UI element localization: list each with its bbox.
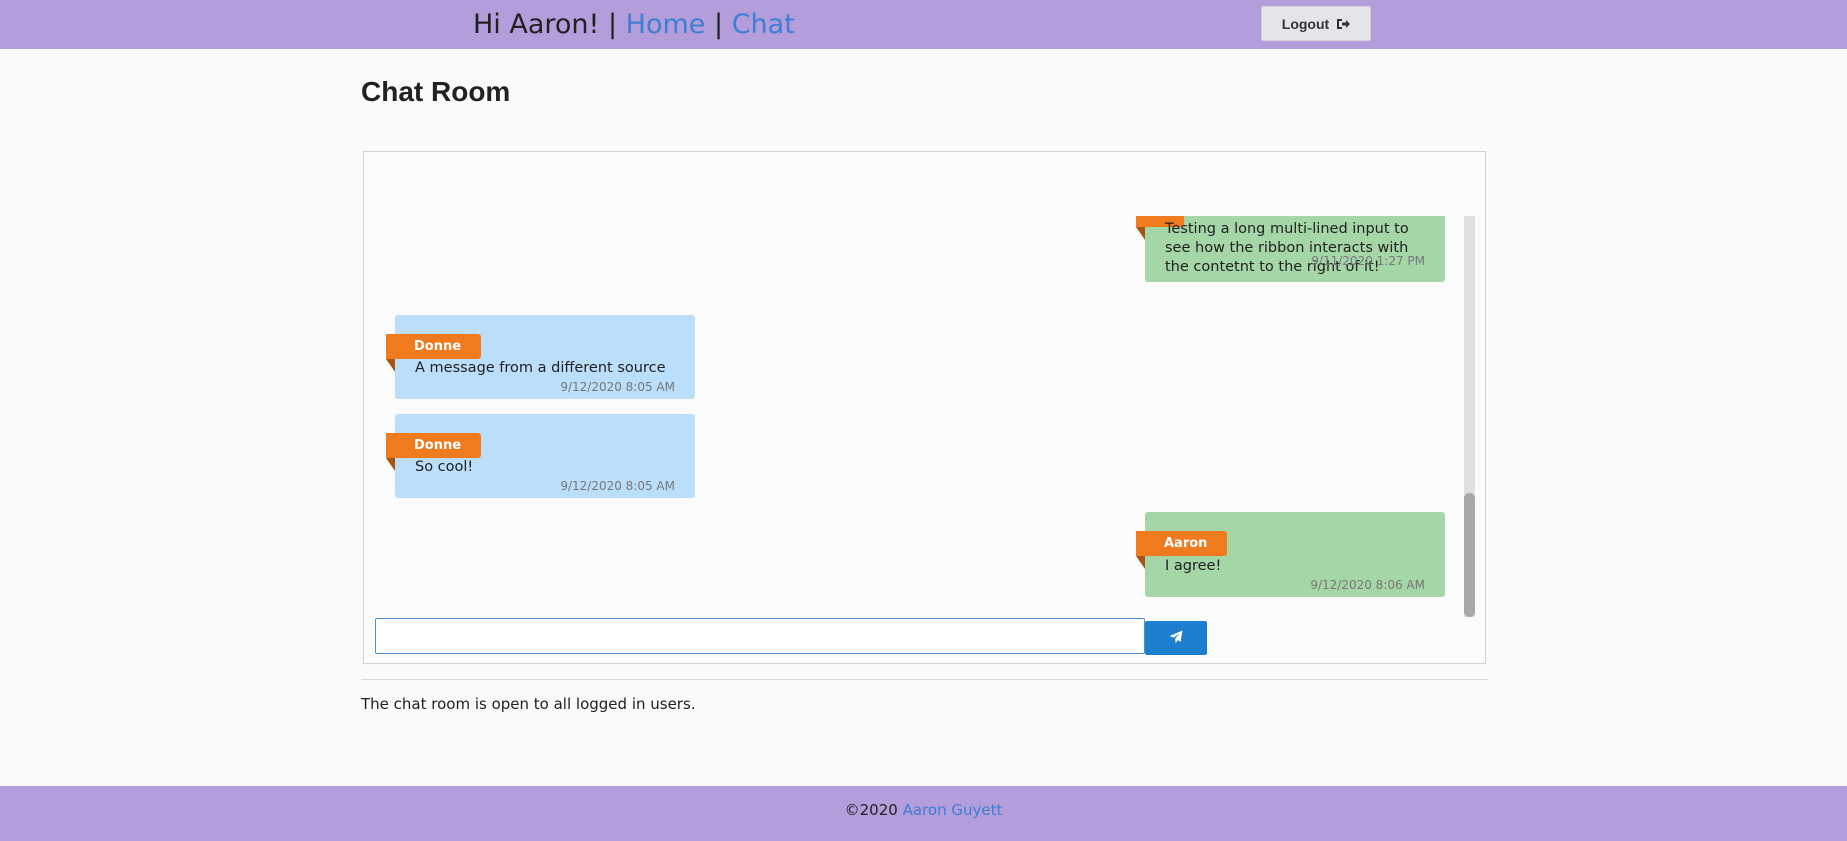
chat-message: Testing a long multi-lined input to see …: [1136, 216, 1445, 282]
send-button[interactable]: [1145, 621, 1207, 655]
user-greeting: Hi Aaron!: [473, 9, 600, 40]
nav-link-chat[interactable]: Chat: [732, 9, 795, 40]
message-input[interactable]: [375, 618, 1145, 654]
chat-message: Donne So cool! 9/12/2020 8:05 AM: [386, 414, 695, 498]
top-nav-bar: Hi Aaron! | Home | Chat Logout: [0, 0, 1847, 49]
message-timestamp: 9/12/2020 8:05 AM: [560, 380, 675, 394]
footer-author-link[interactable]: Aaron Guyett: [903, 801, 1003, 819]
message-text: So cool!: [415, 459, 474, 475]
logout-button[interactable]: Logout: [1261, 6, 1371, 41]
message-text: I agree!: [1165, 558, 1222, 574]
nav-link-home[interactable]: Home: [626, 9, 706, 40]
message-author-ribbon: Donne: [386, 334, 482, 372]
message-text: Testing a long multi-lined input to see …: [1165, 221, 1409, 275]
scrollbar-thumb[interactable]: [1464, 493, 1475, 617]
chat-message: Donne A message from a different source …: [386, 315, 695, 399]
message-timestamp: 9/12/2020 8:06 AM: [1310, 578, 1425, 592]
message-timestamp: 9/11/2020 1:27 PM: [1311, 254, 1425, 268]
chat-room-note: The chat room is open to all logged in u…: [361, 695, 696, 713]
nav-separator: |: [714, 9, 724, 40]
message-author-ribbon: Aaron: [1136, 531, 1228, 569]
logout-label: Logout: [1281, 15, 1330, 32]
message-text: A message from a different source: [415, 360, 666, 376]
nav-separator: |: [607, 9, 618, 40]
page-title: Chat Room: [361, 76, 511, 107]
divider: [361, 679, 1488, 680]
sign-out-icon: [1336, 18, 1351, 30]
message-list[interactable]: Testing a long multi-lined input to see …: [373, 216, 1475, 617]
footer: ©2020 Aaron Guyett: [0, 786, 1847, 841]
message-author-ribbon: Donne: [386, 433, 482, 471]
paper-plane-icon: [1169, 630, 1183, 647]
message-timestamp: 9/12/2020 8:05 AM: [560, 479, 675, 493]
nav-greeting-line: Hi Aaron! | Home | Chat: [473, 5, 795, 45]
chat-message: Aaron I agree! 9/12/2020 8:06 AM: [1136, 512, 1445, 597]
footer-copyright: ©2020: [844, 801, 898, 819]
